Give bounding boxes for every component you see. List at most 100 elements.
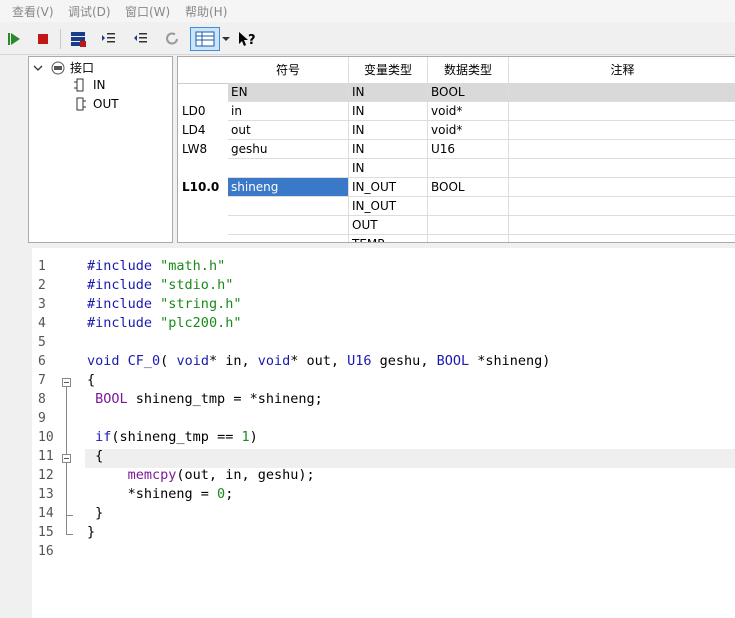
code-line[interactable]: {: [87, 448, 103, 464]
tree-item-in[interactable]: IN: [73, 78, 106, 92]
cell-address: L10.0: [182, 180, 220, 194]
cell-comment[interactable]: [509, 216, 735, 235]
menu-window[interactable]: 窗口(W): [125, 3, 170, 20]
header-symbol[interactable]: 符号: [228, 57, 349, 84]
cell-data-type[interactable]: U16: [428, 140, 509, 159]
line-number: 4: [38, 316, 46, 331]
code-line[interactable]: #include "string.h": [87, 296, 241, 312]
chevron-down-icon: [222, 37, 230, 41]
indent-icon: [102, 33, 115, 43]
toolbar-separator: [60, 29, 61, 49]
line-number: 12: [38, 468, 54, 483]
cell-data-type[interactable]: [428, 235, 509, 242]
line-number: 5: [38, 335, 46, 350]
cell-address: [178, 159, 232, 178]
run-button[interactable]: [2, 27, 26, 51]
help-cursor-icon: ?: [239, 32, 256, 48]
line-number: 8: [38, 392, 46, 407]
menu-debug[interactable]: 调试(D): [68, 3, 111, 20]
cell-data-type[interactable]: BOOL: [428, 83, 509, 102]
cell-var-type[interactable]: IN: [349, 83, 428, 102]
outdent-button[interactable]: [129, 27, 153, 51]
tree-item-out[interactable]: OUT: [73, 97, 119, 111]
cell-symbol[interactable]: EN: [228, 83, 349, 102]
cell-var-type[interactable]: IN: [349, 159, 428, 178]
header-var-type[interactable]: 变量类型: [349, 57, 428, 84]
cell-comment[interactable]: [509, 235, 735, 242]
header-data-type[interactable]: 数据类型: [428, 57, 509, 84]
code-line[interactable]: #include "stdio.h": [87, 277, 233, 293]
indent-button[interactable]: [97, 27, 121, 51]
variable-table: 符号 变量类型 数据类型 注释 EN IN BOOL LD0 in IN void* LD4 o…: [177, 56, 735, 243]
cell-data-type[interactable]: void*: [428, 121, 509, 140]
line-number: 7: [38, 373, 46, 388]
code-line[interactable]: void CF_0( void* in, void* out, U16 gesh…: [87, 353, 550, 369]
cell-comment[interactable]: [509, 197, 735, 216]
fold-end: [66, 534, 73, 535]
tree-item-label: IN: [93, 78, 106, 92]
header-comment[interactable]: 注释: [509, 57, 735, 84]
cell-data-type[interactable]: [428, 159, 509, 178]
cell-data-type[interactable]: [428, 216, 509, 235]
cell-comment[interactable]: [509, 83, 735, 102]
cell-data-type[interactable]: void*: [428, 102, 509, 121]
port-icon: [74, 78, 84, 92]
cell-symbol[interactable]: [228, 235, 349, 242]
table-view-dropdown[interactable]: [220, 27, 232, 51]
toolbar: ?: [0, 24, 735, 55]
code-line[interactable]: BOOL shineng_tmp = *shineng;: [87, 391, 323, 407]
code-line[interactable]: {: [87, 372, 95, 388]
cell-comment[interactable]: [509, 102, 735, 121]
cell-var-type[interactable]: TEMP: [349, 235, 428, 242]
cell-var-type[interactable]: IN: [349, 121, 428, 140]
line-number: 3: [38, 297, 46, 312]
cell-data-type[interactable]: [428, 197, 509, 216]
cell-comment[interactable]: [509, 140, 735, 159]
interface-icon: [51, 61, 65, 74]
cell-data-type[interactable]: BOOL: [428, 178, 509, 197]
cell-symbol[interactable]: out: [228, 121, 349, 140]
stop-button[interactable]: [31, 27, 55, 51]
cell-symbol[interactable]: [228, 197, 349, 216]
editor-left-margin: [0, 248, 32, 618]
code-line[interactable]: memcpy(out, in, geshu);: [87, 467, 315, 483]
fold-toggle-icon[interactable]: [62, 454, 71, 463]
cell-symbol[interactable]: shineng: [228, 178, 349, 197]
line-number: 15: [38, 525, 54, 540]
code-line[interactable]: }: [87, 505, 103, 521]
cell-comment[interactable]: [509, 178, 735, 197]
cell-var-type[interactable]: IN: [349, 102, 428, 121]
cell-symbol[interactable]: in: [228, 102, 349, 121]
cell-comment[interactable]: [509, 121, 735, 140]
help-button[interactable]: ?: [235, 27, 259, 51]
menu-view[interactable]: 查看(V): [12, 3, 54, 20]
chevron-down-icon[interactable]: [33, 63, 43, 73]
refresh-button[interactable]: [160, 27, 184, 51]
line-number: 10: [38, 430, 54, 445]
cell-address: LD0: [182, 104, 206, 118]
fold-end: [66, 515, 73, 516]
cell-var-type[interactable]: IN_OUT: [349, 197, 428, 216]
table-view-button[interactable]: [190, 27, 220, 51]
line-number: 6: [38, 354, 46, 369]
cell-var-type[interactable]: OUT: [349, 216, 428, 235]
cell-comment[interactable]: [509, 159, 735, 178]
cell-symbol[interactable]: geshu: [228, 140, 349, 159]
compile-button[interactable]: [67, 27, 91, 51]
outdent-icon: [134, 33, 147, 43]
cell-var-type[interactable]: IN: [349, 140, 428, 159]
fold-toggle-icon[interactable]: [62, 378, 71, 387]
line-number: 14: [38, 506, 54, 521]
code-line[interactable]: }: [87, 524, 95, 540]
code-line[interactable]: if(shineng_tmp == 1): [87, 429, 258, 445]
tree-root[interactable]: 接口: [33, 59, 94, 76]
code-line[interactable]: #include "math.h": [87, 258, 225, 274]
menu-help[interactable]: 帮助(H): [185, 3, 227, 20]
cell-symbol[interactable]: [228, 159, 349, 178]
cell-symbol[interactable]: [228, 216, 349, 235]
current-line-highlight: [85, 449, 735, 468]
code-line[interactable]: *shineng = 0;: [87, 486, 234, 502]
cell-var-type[interactable]: IN_OUT: [349, 178, 428, 197]
code-line[interactable]: #include "plc200.h": [87, 315, 241, 331]
stop-icon: [38, 34, 48, 44]
